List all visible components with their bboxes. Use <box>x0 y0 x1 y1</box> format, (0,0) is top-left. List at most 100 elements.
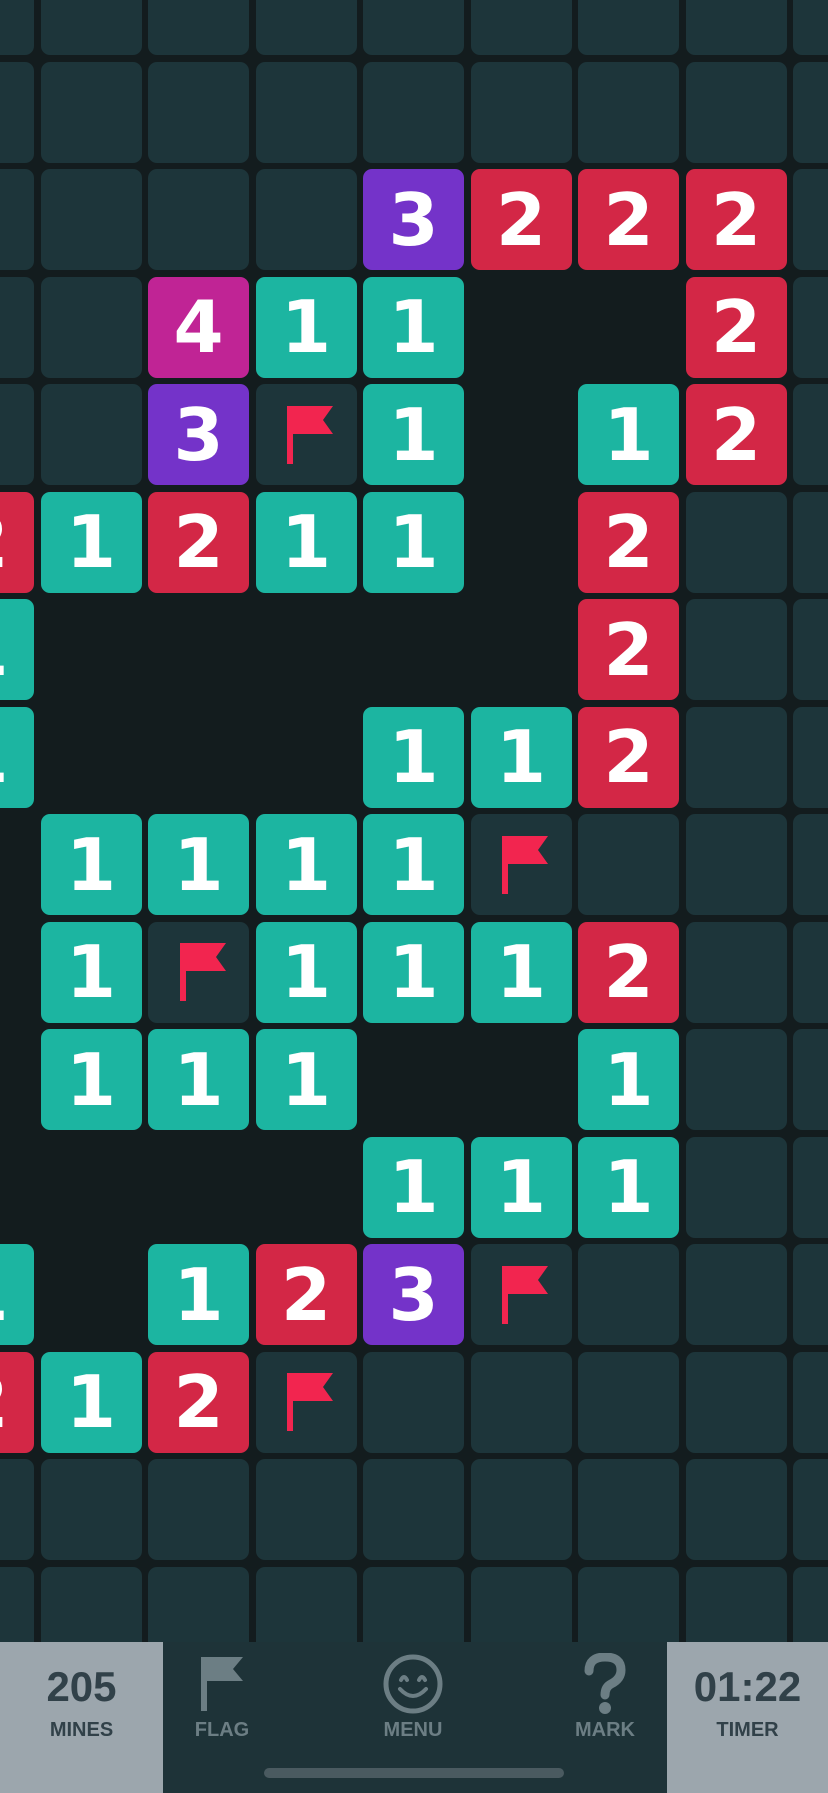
hidden-cell[interactable] <box>148 61 249 163</box>
hidden-cell[interactable] <box>793 706 828 808</box>
hidden-cell[interactable] <box>40 276 142 378</box>
hidden-cell[interactable] <box>0 61 34 163</box>
hidden-cell[interactable] <box>578 1351 679 1453</box>
number-cell[interactable]: 1 <box>470 706 572 808</box>
flagged-cell[interactable] <box>255 1351 357 1453</box>
number-cell[interactable]: 1 <box>363 276 464 378</box>
number-cell[interactable]: 2 <box>685 276 787 378</box>
hidden-cell[interactable] <box>255 169 357 270</box>
menu-button[interactable]: MENU <box>343 1642 483 1762</box>
number-cell[interactable]: 2 <box>578 599 679 700</box>
number-cell[interactable]: 4 <box>148 276 249 378</box>
hidden-cell[interactable] <box>470 61 572 163</box>
hidden-cell[interactable] <box>363 1459 464 1560</box>
hidden-cell[interactable] <box>793 0 828 55</box>
hidden-cell[interactable] <box>793 276 828 378</box>
number-cell[interactable]: 1 <box>40 1029 142 1130</box>
hidden-cell[interactable] <box>363 0 464 55</box>
hidden-cell[interactable] <box>793 384 828 485</box>
hidden-cell[interactable] <box>578 0 679 55</box>
hidden-cell[interactable] <box>685 0 787 55</box>
hidden-cell[interactable] <box>148 1459 249 1560</box>
hidden-cell[interactable] <box>685 706 787 808</box>
number-cell[interactable]: 1 <box>40 921 142 1023</box>
number-cell[interactable]: 1 <box>40 491 142 593</box>
hidden-cell[interactable] <box>148 0 249 55</box>
number-cell[interactable]: 2 <box>0 491 34 593</box>
hidden-cell[interactable] <box>0 0 34 55</box>
number-cell[interactable]: 2 <box>578 921 679 1023</box>
number-cell[interactable]: 1 <box>255 276 357 378</box>
number-cell[interactable]: 1 <box>470 1136 572 1238</box>
hidden-cell[interactable] <box>0 384 34 485</box>
number-cell[interactable]: 1 <box>255 491 357 593</box>
hidden-cell[interactable] <box>793 921 828 1023</box>
hidden-cell[interactable] <box>148 169 249 270</box>
flagged-cell[interactable] <box>470 1244 572 1345</box>
hidden-cell[interactable] <box>578 61 679 163</box>
mark-button[interactable]: MARK <box>535 1642 675 1762</box>
hidden-cell[interactable] <box>793 1459 828 1560</box>
hidden-cell[interactable] <box>685 1244 787 1345</box>
number-cell[interactable]: 1 <box>363 384 464 485</box>
hidden-cell[interactable] <box>793 1244 828 1345</box>
number-cell[interactable]: 2 <box>148 491 249 593</box>
hidden-cell[interactable] <box>793 1136 828 1238</box>
flag-button[interactable]: FLAG <box>152 1642 292 1762</box>
number-cell[interactable]: 1 <box>578 1029 679 1130</box>
hidden-cell[interactable] <box>0 1566 34 1642</box>
number-cell[interactable]: 1 <box>0 599 34 700</box>
hidden-cell[interactable] <box>685 1566 787 1642</box>
hidden-cell[interactable] <box>793 61 828 163</box>
hidden-cell[interactable] <box>578 814 679 915</box>
number-cell[interactable]: 1 <box>40 814 142 915</box>
hidden-cell[interactable] <box>793 1029 828 1130</box>
number-cell[interactable]: 2 <box>578 491 679 593</box>
hidden-cell[interactable] <box>40 384 142 485</box>
hidden-cell[interactable] <box>685 1029 787 1130</box>
hidden-cell[interactable] <box>40 0 142 55</box>
number-cell[interactable]: 1 <box>255 814 357 915</box>
hidden-cell[interactable] <box>793 491 828 593</box>
number-cell[interactable]: 3 <box>363 169 464 270</box>
hidden-cell[interactable] <box>0 169 34 270</box>
number-cell[interactable]: 2 <box>578 169 679 270</box>
number-cell[interactable]: 3 <box>363 1244 464 1345</box>
hidden-cell[interactable] <box>793 814 828 915</box>
flagged-cell[interactable] <box>470 814 572 915</box>
hidden-cell[interactable] <box>578 1244 679 1345</box>
hidden-cell[interactable] <box>40 1459 142 1560</box>
number-cell[interactable]: 1 <box>148 814 249 915</box>
hidden-cell[interactable] <box>578 1459 679 1560</box>
hidden-cell[interactable] <box>470 1459 572 1560</box>
hidden-cell[interactable] <box>685 491 787 593</box>
flagged-cell[interactable] <box>255 384 357 485</box>
number-cell[interactable]: 1 <box>470 921 572 1023</box>
hidden-cell[interactable] <box>685 1351 787 1453</box>
number-cell[interactable]: 1 <box>148 1244 249 1345</box>
hidden-cell[interactable] <box>363 1566 464 1642</box>
hidden-cell[interactable] <box>363 61 464 163</box>
hidden-cell[interactable] <box>40 169 142 270</box>
number-cell[interactable]: 1 <box>578 384 679 485</box>
hidden-cell[interactable] <box>0 276 34 378</box>
number-cell[interactable]: 1 <box>255 1029 357 1130</box>
number-cell[interactable]: 1 <box>363 921 464 1023</box>
hidden-cell[interactable] <box>255 0 357 55</box>
hidden-cell[interactable] <box>685 814 787 915</box>
number-cell[interactable]: 1 <box>0 706 34 808</box>
number-cell[interactable]: 1 <box>363 1136 464 1238</box>
hidden-cell[interactable] <box>470 1351 572 1453</box>
number-cell[interactable]: 1 <box>0 1244 34 1345</box>
number-cell[interactable]: 2 <box>255 1244 357 1345</box>
number-cell[interactable]: 3 <box>148 384 249 485</box>
hidden-cell[interactable] <box>255 1566 357 1642</box>
flagged-cell[interactable] <box>148 921 249 1023</box>
hidden-cell[interactable] <box>793 169 828 270</box>
hidden-cell[interactable] <box>363 1351 464 1453</box>
number-cell[interactable]: 1 <box>40 1351 142 1453</box>
hidden-cell[interactable] <box>685 1136 787 1238</box>
number-cell[interactable]: 2 <box>0 1351 34 1453</box>
hidden-cell[interactable] <box>255 61 357 163</box>
number-cell[interactable]: 1 <box>363 706 464 808</box>
